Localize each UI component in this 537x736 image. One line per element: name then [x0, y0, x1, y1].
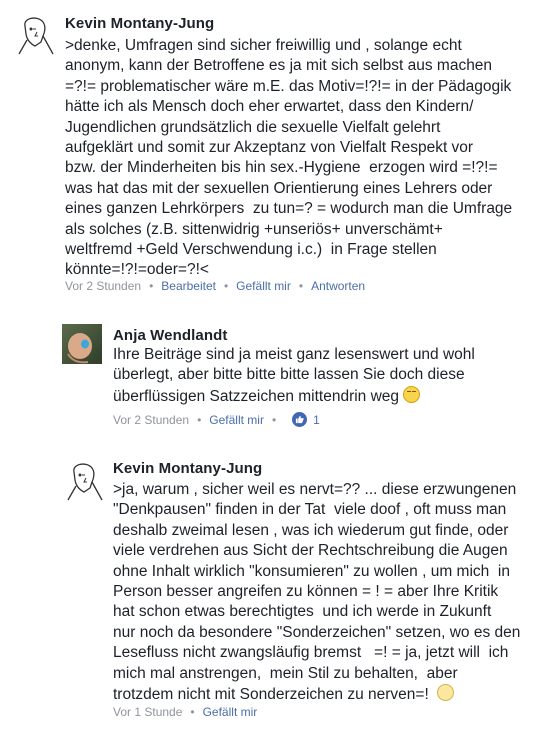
comment-meta: Vor 2 Stunden • Gefällt mir • 1	[113, 412, 320, 427]
comment-text: Ihre Beiträge sind ja meist ganz lesensw…	[113, 345, 533, 407]
comment-author[interactable]: Kevin Montany-Jung	[113, 460, 262, 477]
comment-text: >ja, warum , sicher weil es nervt=?? ...…	[113, 480, 533, 705]
separator-dot: •	[271, 412, 277, 427]
reply-link[interactable]: Antworten	[311, 279, 365, 293]
separator-dot: •	[190, 705, 195, 719]
comment-text: >denke, Umfragen sind sicher freiwillig …	[65, 37, 513, 279]
comment-time[interactable]: Vor 1 Stunde	[113, 705, 182, 719]
avatar[interactable]	[13, 12, 57, 56]
comment-author[interactable]: Kevin Montany-Jung	[65, 15, 214, 32]
comment-meta: Vor 1 Stunde • Gefällt mir	[113, 705, 257, 719]
comment-meta: Vor 2 Stunden • Bearbeitet • Gefällt mir…	[65, 279, 365, 293]
comment-author[interactable]: Anja Wendlandt	[113, 327, 227, 344]
comment-text-content: >ja, warum , sicher weil es nervt=?? ...…	[113, 481, 521, 704]
comment-text-content: Ihre Beiträge sind ja meist ganz lesensw…	[113, 346, 475, 405]
comment-time[interactable]: Vor 2 Stunden	[65, 279, 141, 293]
edited-link[interactable]: Bearbeitet	[161, 279, 216, 293]
comment-time[interactable]: Vor 2 Stunden	[113, 413, 189, 427]
like-count[interactable]: 1	[313, 413, 320, 427]
separator-dot: •	[149, 279, 154, 293]
wink-emoji-icon	[437, 684, 455, 702]
sketch-face-icon	[18, 17, 54, 55]
avatar[interactable]	[62, 458, 106, 502]
separator-dot: •	[197, 412, 202, 427]
avatar[interactable]	[62, 324, 102, 364]
like-link[interactable]: Gefällt mir	[209, 413, 264, 427]
like-link[interactable]: Gefällt mir	[203, 705, 258, 719]
grimace-emoji-icon	[403, 385, 421, 403]
thumbs-up-icon[interactable]	[292, 412, 308, 427]
photo-avatar-icon	[62, 324, 102, 364]
separator-dot: •	[298, 279, 304, 293]
separator-dot: •	[223, 279, 229, 293]
sketch-face-icon	[67, 463, 103, 501]
like-link[interactable]: Gefällt mir	[236, 279, 291, 293]
